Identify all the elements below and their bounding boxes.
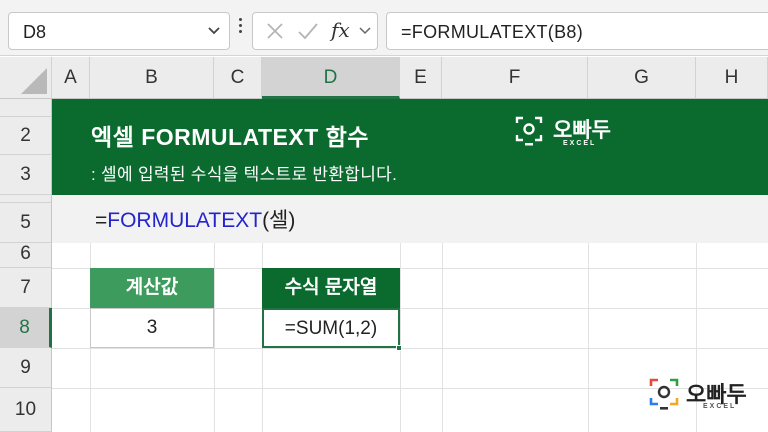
- row-header-9[interactable]: 9: [0, 348, 52, 388]
- select-all-corner[interactable]: [0, 57, 52, 99]
- oppadu-logo-icon: [649, 378, 679, 410]
- name-box[interactable]: D8: [8, 12, 230, 50]
- column-header-g[interactable]: G: [588, 57, 696, 99]
- formula-controls: fx: [252, 12, 378, 50]
- column-header-e[interactable]: E: [400, 57, 442, 99]
- cell-d8-active[interactable]: =SUM(1,2): [262, 308, 400, 348]
- chevron-down-icon[interactable]: [359, 26, 371, 35]
- function-syntax: =FORMULATEXT(셀): [95, 204, 295, 234]
- watermark-logo-subtext: EXCEL: [703, 403, 737, 410]
- cancel-icon[interactable]: [265, 21, 285, 41]
- row-header-1[interactable]: [0, 99, 52, 117]
- row-header-6[interactable]: 6: [0, 243, 52, 268]
- row-header-3[interactable]: 3: [0, 155, 52, 195]
- oppadu-logo-icon: [515, 116, 543, 146]
- fill-handle[interactable]: [396, 345, 402, 351]
- row-header-8[interactable]: 8: [0, 308, 52, 348]
- more-options-icon[interactable]: [239, 18, 243, 42]
- cell-b8-value[interactable]: 3: [90, 308, 214, 348]
- row-header-5[interactable]: 5: [0, 203, 52, 243]
- header-result[interactable]: 계산값: [90, 268, 214, 308]
- insert-function-icon[interactable]: fx: [331, 18, 350, 42]
- name-box-value: D8: [23, 22, 47, 42]
- row-header-7[interactable]: 7: [0, 268, 52, 308]
- column-header-a[interactable]: A: [52, 57, 90, 99]
- row-header-10[interactable]: 10: [0, 388, 52, 432]
- row-header-2[interactable]: 2: [0, 117, 52, 155]
- banner-logo-subtext: EXCEL: [563, 140, 597, 147]
- banner-title: 엑셀 FORMULATEXT 함수: [91, 124, 369, 150]
- syntax-args: (셀): [262, 209, 296, 232]
- grid-line: [52, 348, 768, 349]
- enter-check-icon[interactable]: [297, 21, 319, 41]
- column-header-b[interactable]: B: [90, 57, 214, 99]
- formula-text: =FORMULATEXT(B8): [401, 22, 583, 42]
- chevron-down-icon[interactable]: [207, 26, 221, 36]
- column-header-h[interactable]: H: [696, 57, 768, 99]
- row-header-4[interactable]: [0, 195, 52, 203]
- formula-bar: D8 fx =FORMULATEXT(B8): [0, 0, 768, 56]
- column-header-c[interactable]: C: [214, 57, 262, 99]
- formula-input[interactable]: =FORMULATEXT(B8): [386, 12, 768, 50]
- syntax-function-name: FORMULATEXT: [107, 209, 263, 232]
- syntax-equals: =: [95, 209, 108, 232]
- header-formula-string[interactable]: 수식 문자열: [262, 268, 400, 308]
- column-header-d[interactable]: D: [262, 57, 400, 99]
- banner-subtitle: : 셀에 입력된 수식을 텍스트로 반환합니다.: [91, 165, 398, 184]
- column-header-f[interactable]: F: [442, 57, 588, 99]
